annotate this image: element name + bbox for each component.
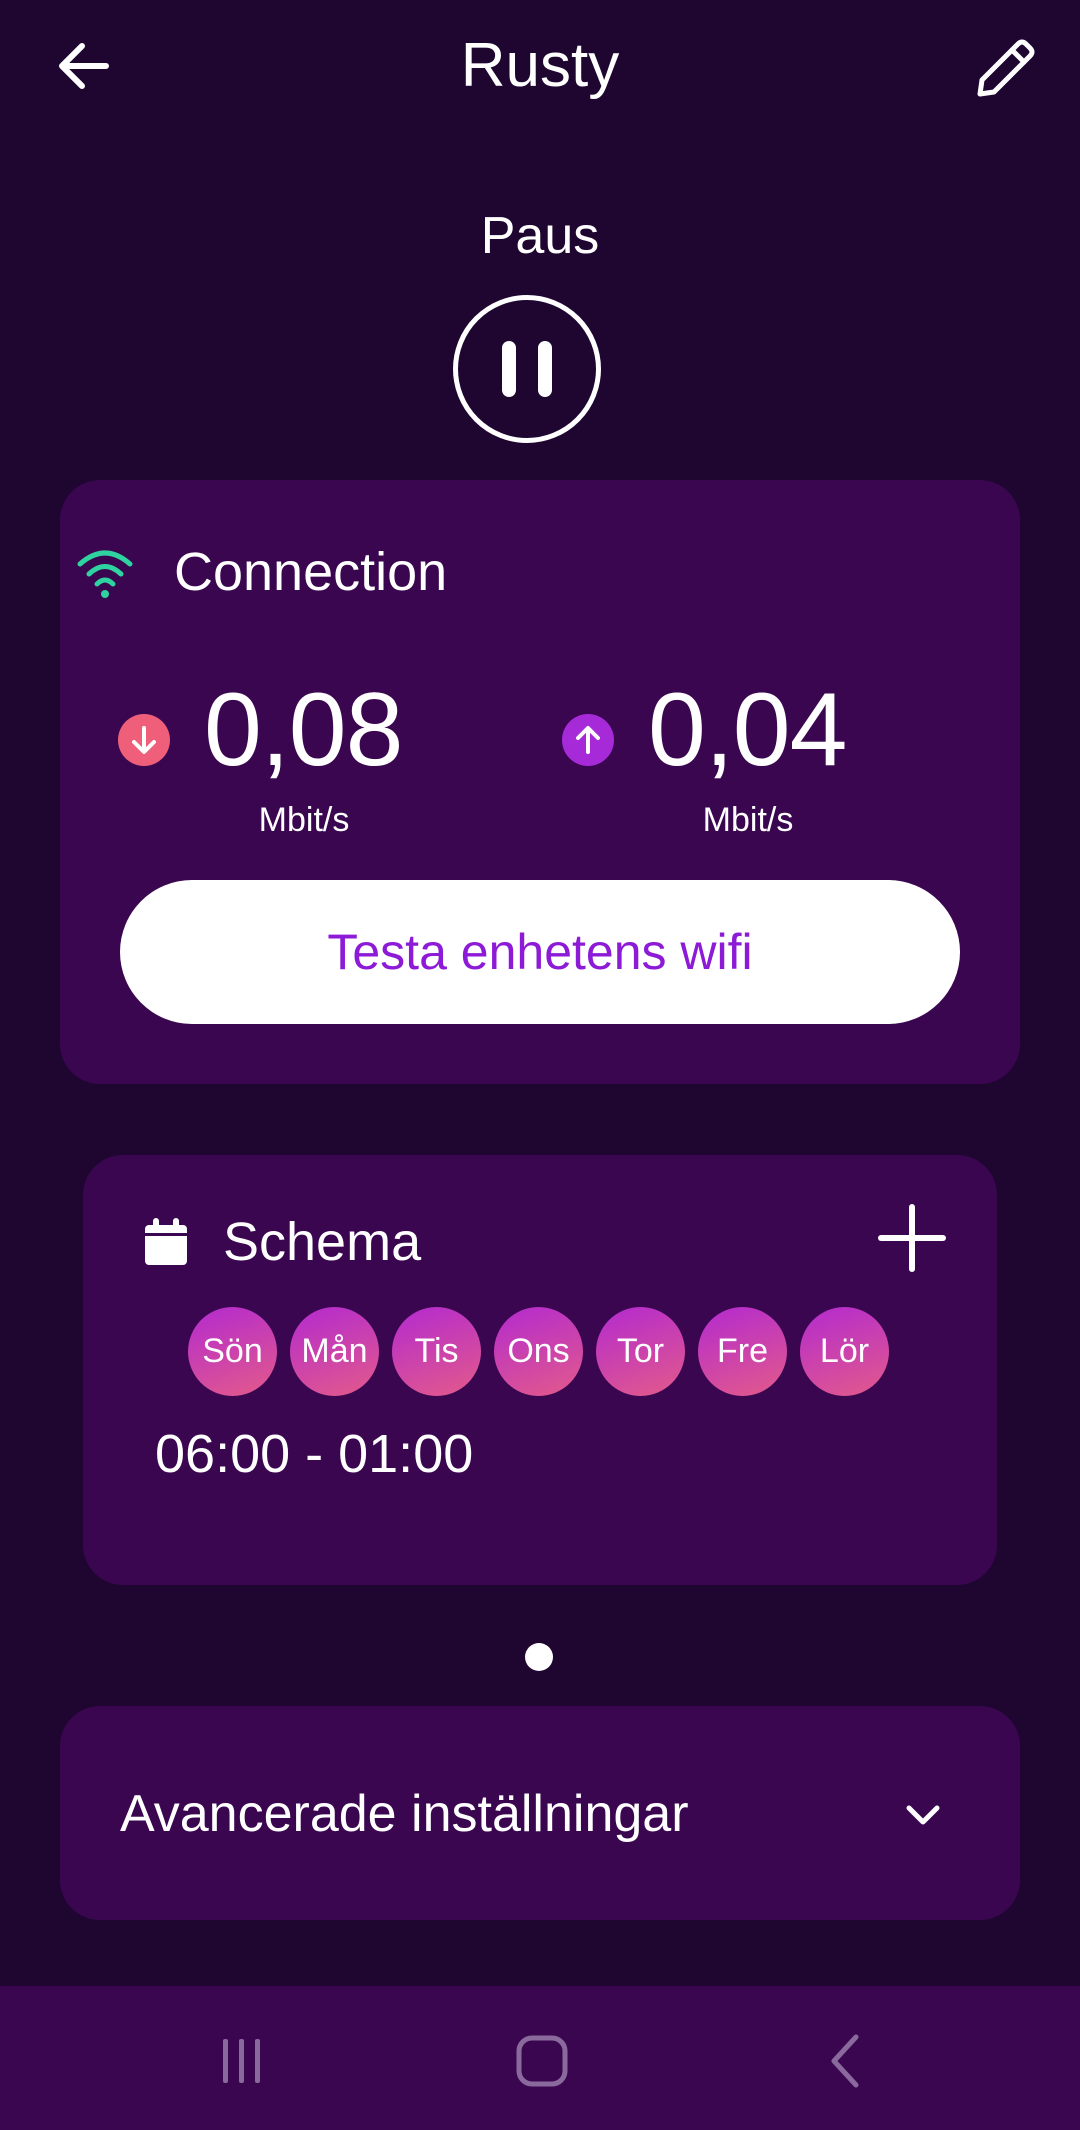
pager-indicator-dot [525, 1643, 553, 1671]
recent-apps-button[interactable] [202, 2028, 282, 2094]
home-button[interactable] [502, 2028, 582, 2094]
page-title: Rusty [460, 31, 620, 100]
arrow-down-icon [118, 714, 170, 766]
upload-speed: 0,04 Mbit/s [562, 670, 982, 840]
upload-value: 0,04 [648, 672, 847, 788]
back-chevron-icon [831, 2034, 859, 2088]
day-chip-thu[interactable]: Tor [596, 1307, 685, 1396]
day-chip-mon[interactable]: Mån [290, 1307, 379, 1396]
day-chip-wed[interactable]: Ons [494, 1307, 583, 1396]
download-unit: Mbit/s [258, 801, 350, 839]
edit-button[interactable] [964, 30, 1044, 110]
weekday-list: Sön Mån Tis Ons Tor Fre Lör [188, 1307, 889, 1396]
pencil-icon [977, 39, 1035, 97]
day-chip-sun[interactable]: Sön [188, 1307, 277, 1396]
schedule-title: Schema [223, 1212, 422, 1272]
pause-icon [502, 341, 516, 397]
recent-apps-icon [223, 2039, 260, 2083]
schedule-header: Schema [143, 1210, 421, 1274]
add-schedule-button[interactable] [874, 1200, 950, 1276]
arrow-up-icon [562, 714, 614, 766]
advanced-settings-label: Avancerade inställningar [120, 1785, 689, 1843]
download-value: 0,08 [204, 672, 403, 788]
chevron-down-icon[interactable] [895, 1786, 951, 1842]
day-chip-tue[interactable]: Tis [392, 1307, 481, 1396]
connection-header: Connection [70, 540, 447, 604]
download-speed: 0,08 Mbit/s [118, 670, 538, 840]
connection-title: Connection [174, 542, 448, 602]
pause-button[interactable] [453, 295, 601, 443]
test-wifi-button[interactable]: Testa enhetens wifi [120, 880, 960, 1024]
calendar-icon [145, 1218, 187, 1265]
upload-unit: Mbit/s [702, 801, 794, 839]
app-header: Rusty [0, 0, 1080, 140]
wifi-icon [77, 550, 133, 598]
day-chip-sat[interactable]: Lör [800, 1307, 889, 1396]
device-detail-screen: Rusty Paus Connection 0,08 Mbit/s 0,04 M… [0, 0, 1080, 2130]
day-chip-fri[interactable]: Fre [698, 1307, 787, 1396]
schedule-time-range[interactable]: 06:00 - 01:00 [155, 1424, 473, 1484]
pause-label: Paus [480, 207, 600, 265]
system-back-button[interactable] [806, 2028, 886, 2094]
home-icon [516, 2035, 568, 2087]
pause-icon-bar [538, 341, 552, 397]
